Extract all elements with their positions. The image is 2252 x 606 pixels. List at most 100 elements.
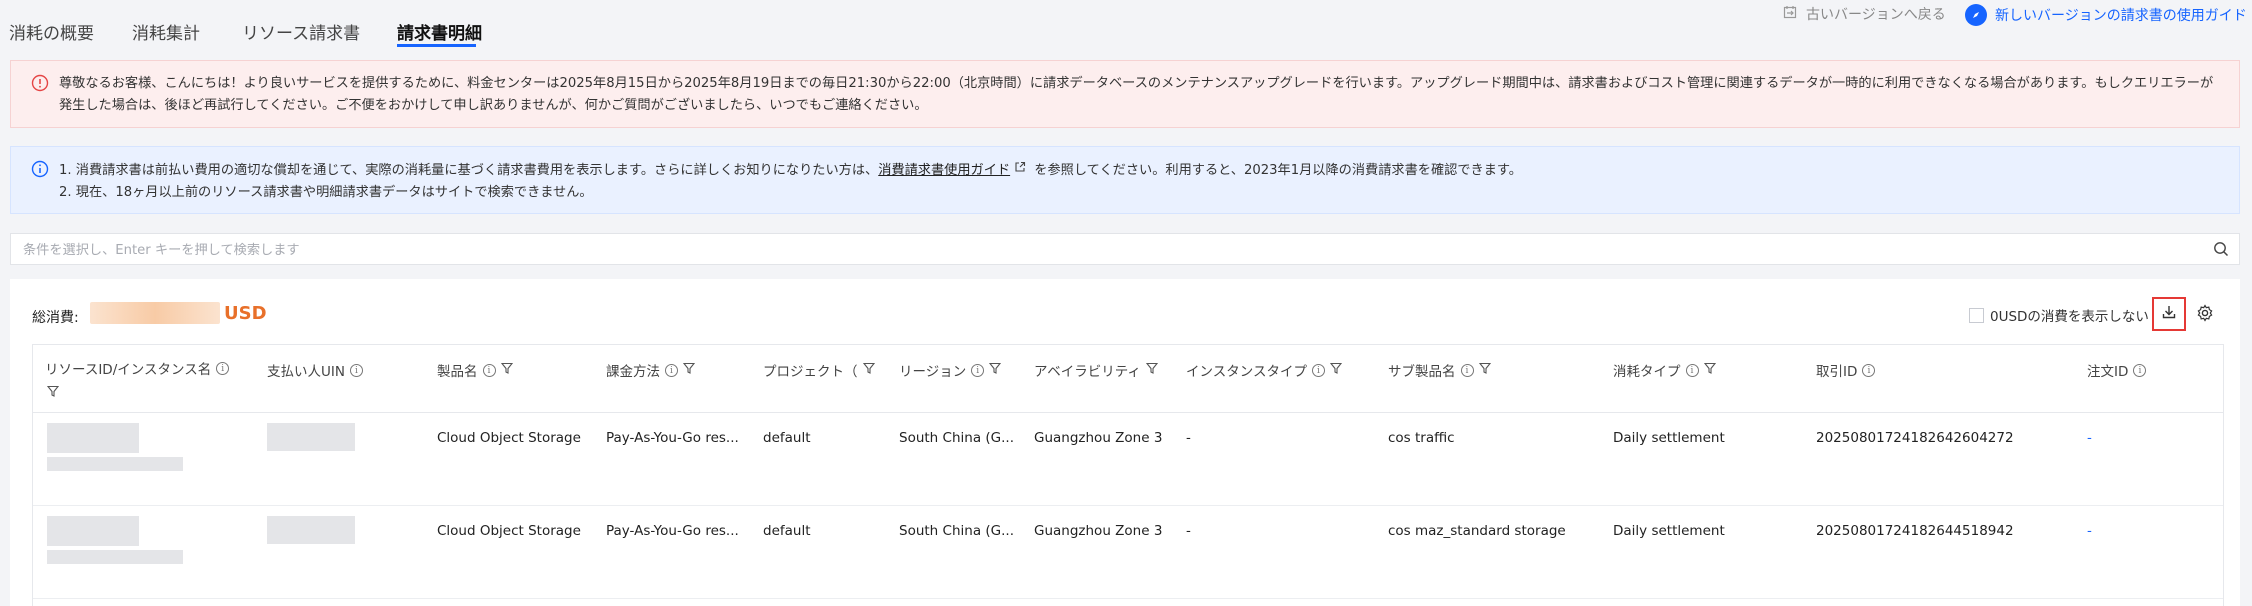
column-header-region: リージョン i [899,360,1002,380]
info-line-1-prefix: 1. 消費請求書は前払い費用の適切な償却を通じて、実際の消耗量に基づく請求書費用… [59,163,879,178]
top-nav: 消耗の概要 消耗集計 リソース請求書 請求書明細 古いバージョンへ戻る 新しいバ… [0,0,2252,50]
column-header-instance-type: インスタンスタイプ i [1186,360,1343,380]
hide-zero-consumption-toggle[interactable]: 0USDの消費を表示しない [1969,305,2149,325]
bill-details-table: リソースID/インスタンス名 i 支払い人UIN i 製品名 i 課金方法 i [32,344,2224,606]
cell-product: Cloud Object Storage [437,430,581,446]
filter-icon[interactable] [1478,362,1491,378]
new-guide-label: 新しいバージョンの請求書の使用ガイド [1995,8,2247,24]
instance-name-redacted [47,457,183,471]
filter-icon[interactable] [682,362,696,378]
info-icon[interactable]: i [1685,363,1699,377]
cell-zone: Guangzhou Zone 3 [1034,523,1163,539]
tab-consumption-overview[interactable]: 消耗の概要 [9,19,94,44]
info-circle-icon [31,160,49,182]
bill-details-panel: 総消費: USD 0USDの消費を表示しない リソースID/インスタンス名 i … [10,279,2240,606]
tab-bill-details[interactable]: 請求書明細 [397,19,482,44]
info-alert-text: 1. 消費請求書は前払い費用の適切な償却を通じて、実際の消耗量に基づく請求書費用… [59,159,2219,204]
compass-icon [1965,4,1987,26]
info-icon[interactable]: i [665,363,678,377]
info-line-2: 2. 現在、18ヶ月以上前のリソース請求書や明細請求書データはサイトで検索できま… [59,185,593,200]
filter-icon[interactable] [862,362,875,378]
old-version-label: 古いバージョンへ戻る [1806,7,1946,23]
resource-id-redacted [47,423,139,453]
filter-icon[interactable] [1145,362,1159,378]
column-header-payer-uin: 支払い人UIN i [267,360,363,380]
column-header-product: 製品名 i [437,360,513,380]
column-header-billing-method: 課金方法 i [606,360,696,380]
cell-transaction-id: 20250801724182644518942 [1816,523,2014,539]
column-header-consumption-type: 消耗タイプ i [1613,360,1716,380]
new-version-guide-link[interactable]: 新しいバージョンの請求書の使用ガイド [1965,4,2247,26]
table-header: リソースID/インスタンス名 i 支払い人UIN i 製品名 i 課金方法 i [33,345,2223,413]
filter-icon[interactable] [1329,362,1343,378]
info-icon[interactable]: i [216,361,230,375]
info-alert: 1. 消費請求書は前払い費用の適切な償却を通じて、実際の消耗量に基づく請求書費用… [10,146,2240,214]
cell-project: default [763,430,811,446]
column-header-order-id: 注文ID i [2087,360,2147,380]
tab-consumption-summary[interactable]: 消耗集計 [132,19,200,44]
instance-name-redacted [47,550,183,564]
usage-guide-link[interactable]: 消費請求書使用ガイド [878,163,1010,178]
hide-zero-label: 0USDの消費を表示しない [1990,309,2149,325]
settings-gear-icon[interactable] [2196,304,2214,326]
download-icon [2161,304,2177,324]
cell-billing-method: Pay-As-You-Go res... [606,430,739,446]
resource-id-filter[interactable] [46,385,60,401]
info-icon[interactable]: i [1460,363,1474,377]
cell-instance-type: - [1186,430,1191,446]
info-icon[interactable]: i [1862,363,1876,377]
filter-icon[interactable] [500,362,513,378]
filter-icon[interactable] [1703,362,1716,378]
hide-zero-checkbox[interactable] [1969,307,1984,323]
revert-icon [1782,4,1798,24]
total-consumption-currency: USD [224,303,267,324]
column-header-availability-zone: アベイラビリティ [1034,360,1159,380]
maintenance-alert-text: 尊敬なるお客様、こんにちは！より良いサービスを提供するために、料金センターは20… [59,76,2214,113]
payer-uin-redacted [267,423,355,451]
column-label: サブ製品名 [1388,364,1456,380]
cell-sub-product: cos maz_standard storage [1388,523,1566,539]
cell-order-id[interactable]: - [2087,430,2092,446]
info-icon[interactable]: i [482,363,496,377]
payer-uin-redacted [267,516,355,544]
resource-id-redacted [47,516,139,546]
column-label: 支払い人UIN [267,364,345,380]
info-icon[interactable]: i [349,363,363,377]
error-circle-icon [31,74,49,96]
table-row[interactable]: Cloud Object Storage Pay-As-You-Go res..… [33,506,2223,599]
download-button[interactable] [2152,297,2186,331]
search-icon[interactable] [2213,241,2229,261]
cell-instance-type: - [1186,523,1191,539]
cell-transaction-id: 20250801724182642604272 [1816,430,2014,446]
column-label: インスタンスタイプ [1186,364,1307,380]
info-icon[interactable]: i [1311,363,1325,377]
filter-icon[interactable] [989,362,1002,378]
tab-resource-bill[interactable]: リソース請求書 [242,19,360,44]
total-consumption-value-redacted [90,302,220,324]
column-label: プロジェクト（ [763,364,858,380]
cell-order-id[interactable]: - [2087,523,2092,539]
cell-region: South China (G... [899,523,1014,539]
filter-icon[interactable] [46,385,60,401]
external-link-icon[interactable] [1014,159,1026,181]
old-version-link[interactable]: 古いバージョンへ戻る [1782,4,1946,24]
cell-product: Cloud Object Storage [437,523,581,539]
search-input[interactable] [21,234,2175,266]
total-consumption-label: 総消費: [32,310,79,326]
cell-sub-product: cos traffic [1388,430,1455,446]
column-header-transaction-id: 取引ID i [1816,360,1876,380]
column-label: 課金方法 [606,364,660,380]
cell-consumption-type: Daily settlement [1613,523,1725,539]
column-header-sub-product: サブ製品名 i [1388,360,1491,380]
column-label: アベイラビリティ [1034,364,1141,380]
info-line-1-suffix: を参照してください。利用すると、2023年1月以降の消費請求書を確認できます。 [1030,163,1522,178]
column-label: 消耗タイプ [1613,364,1681,380]
info-line-1: 1. 消費請求書は前払い費用の適切な償却を通じて、実際の消耗量に基づく請求書費用… [59,159,2219,182]
info-icon[interactable]: i [2133,363,2147,377]
cell-project: default [763,523,811,539]
table-row[interactable]: Cloud Object Storage Pay-As-You-Go res..… [33,413,2223,506]
info-icon[interactable]: i [971,363,985,377]
column-label: 製品名 [437,364,478,380]
column-label: リージョン [899,364,967,380]
column-header-project: プロジェクト（ [763,360,875,380]
